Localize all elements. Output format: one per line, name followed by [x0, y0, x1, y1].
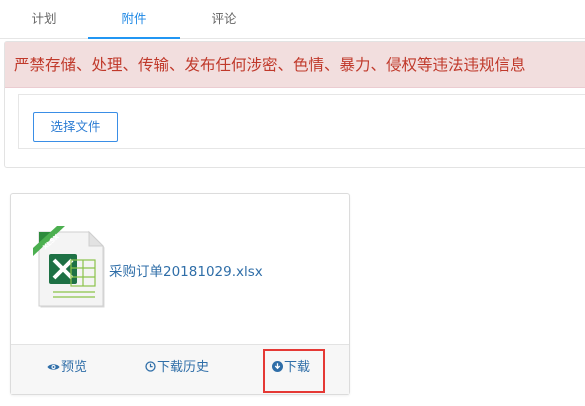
file-name-link[interactable]: 采购订单20181029.xlsx	[109, 260, 263, 280]
upload-area: 选择文件	[18, 94, 585, 149]
download-icon	[272, 361, 283, 372]
warning-banner: 严禁存储、处理、传输、发布任何涉密、色情、暴力、侵权等违法违规信息	[5, 42, 585, 88]
card-actions: 预览 下载历史 下载	[11, 344, 349, 394]
upload-panel: 严禁存储、处理、传输、发布任何涉密、色情、暴力、侵权等违法违规信息 选择文件	[4, 41, 585, 168]
tab-bar: 计划 附件 评论	[0, 0, 585, 39]
tab-attachments[interactable]: 附件	[88, 0, 180, 39]
preview-label: 预览	[61, 360, 88, 375]
xlsx-file-icon[interactable]: XLSX	[31, 226, 107, 308]
download-label: 下载	[284, 360, 311, 375]
tab-plan[interactable]: 计划	[0, 0, 88, 38]
tab-comments[interactable]: 评论	[180, 0, 268, 38]
download-button[interactable]: 下载	[272, 358, 310, 378]
download-history-button[interactable]: 下载历史	[145, 358, 209, 378]
clock-icon	[145, 361, 156, 372]
eye-icon	[47, 364, 60, 370]
download-history-label: 下载历史	[157, 360, 210, 375]
select-file-button[interactable]: 选择文件	[33, 112, 118, 142]
file-card: XLSX 采购订单20181029.xlsx 预览 下载历史 下载	[10, 193, 350, 395]
preview-button[interactable]: 预览	[47, 358, 87, 378]
